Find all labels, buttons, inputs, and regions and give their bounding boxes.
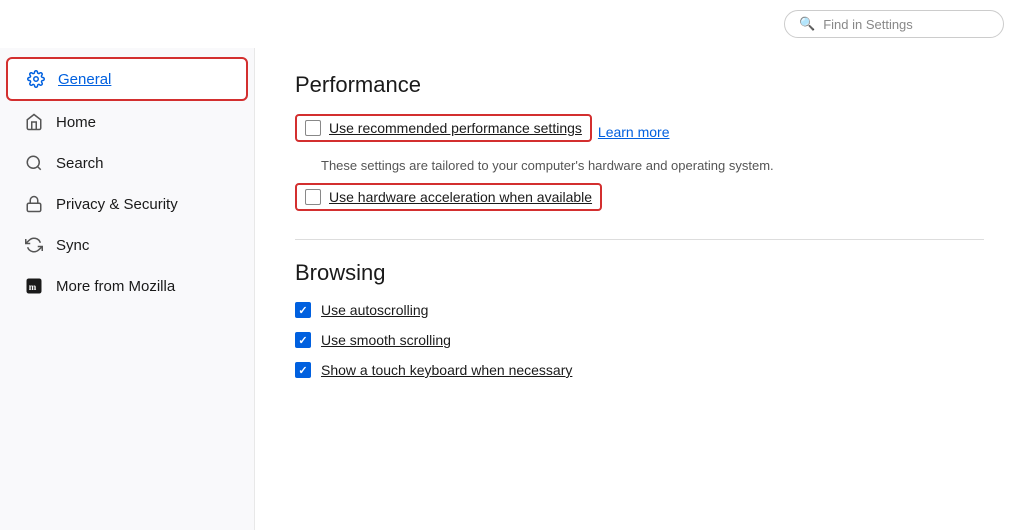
sidebar-item-sync[interactable]: Sync [6,225,248,265]
browsing-item-autoscrolling: Use autoscrolling [295,302,984,318]
performance-title: Performance [295,72,984,98]
search-icon-sidebar [24,153,44,173]
find-in-settings-placeholder: Find in Settings [823,17,913,32]
smooth-scrolling-checkbox[interactable] [295,332,311,348]
browsing-item-touch-keyboard: Show a touch keyboard when necessary [295,362,984,378]
sidebar-label-privacy-security: Privacy & Security [56,196,178,213]
hardware-checkbox[interactable] [305,189,321,205]
mozilla-icon: m [24,276,44,296]
sync-icon [24,235,44,255]
sidebar-item-privacy-security[interactable]: Privacy & Security [6,184,248,224]
main-layout: General Home Search [0,48,1024,530]
autoscrolling-label: Use autoscrolling [321,302,428,318]
search-icon: 🔍 [799,16,815,32]
performance-description: These settings are tailored to your comp… [321,158,984,173]
gear-icon [26,69,46,89]
sidebar-label-search: Search [56,155,104,172]
sidebar-item-search[interactable]: Search [6,143,248,183]
sidebar-label-sync: Sync [56,237,89,254]
lock-icon [24,194,44,214]
learn-more-link[interactable]: Learn more [598,124,670,140]
sidebar-label-home: Home [56,114,96,131]
content-area: Performance Use recommended performance … [255,48,1024,530]
touch-keyboard-label: Show a touch keyboard when necessary [321,362,572,378]
find-in-settings-box[interactable]: 🔍 Find in Settings [784,10,1004,38]
smooth-scrolling-label: Use smooth scrolling [321,332,451,348]
browsing-item-smooth-scrolling: Use smooth scrolling [295,332,984,348]
recommended-checkbox[interactable] [305,120,321,136]
hardware-acceleration-row: Use hardware acceleration when available [295,183,602,211]
recommended-performance-row: Use recommended performance settings [295,114,592,142]
svg-text:m: m [29,282,37,292]
sidebar-item-more-from-mozilla[interactable]: m More from Mozilla [6,266,248,306]
browsing-title: Browsing [295,260,984,286]
autoscrolling-checkbox[interactable] [295,302,311,318]
home-icon [24,112,44,132]
sidebar: General Home Search [0,48,255,530]
sidebar-label-more-from-mozilla: More from Mozilla [56,278,175,295]
topbar: 🔍 Find in Settings [0,0,1024,48]
section-divider [295,239,984,240]
sidebar-label-general: General [58,71,111,88]
sidebar-item-general[interactable]: General [6,57,248,101]
recommended-label: Use recommended performance settings [329,120,582,136]
hardware-label: Use hardware acceleration when available [329,189,592,205]
sidebar-item-home[interactable]: Home [6,102,248,142]
touch-keyboard-checkbox[interactable] [295,362,311,378]
